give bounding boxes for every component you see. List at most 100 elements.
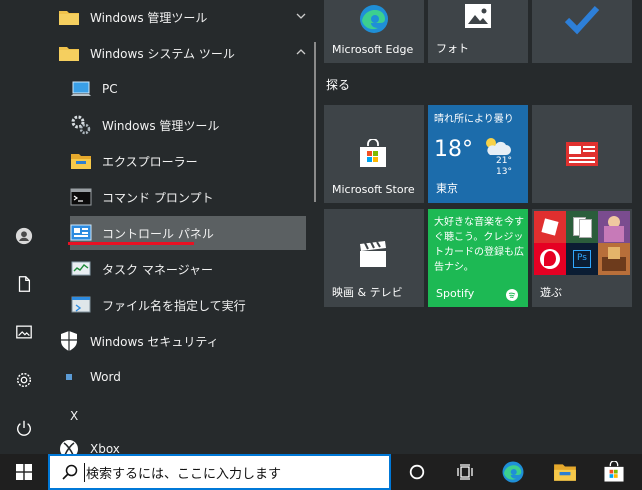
tile-label: Spotify bbox=[436, 287, 475, 300]
picture-icon bbox=[16, 325, 32, 339]
app-label: PC bbox=[102, 82, 118, 96]
app-file-explorer[interactable]: エクスプローラー bbox=[70, 144, 306, 178]
tile-label: 遊ぶ bbox=[540, 286, 562, 299]
account-button[interactable] bbox=[0, 214, 48, 258]
highlight-underline bbox=[68, 242, 194, 245]
app-word[interactable]: Word bbox=[58, 360, 314, 394]
tile-weather[interactable]: 晴れ所により曇り 18° 21° 13° 東京 bbox=[428, 105, 528, 203]
file-explorer-icon bbox=[70, 150, 92, 172]
document-icon bbox=[18, 276, 31, 292]
app-windows-admin-tools[interactable]: Windows 管理ツール bbox=[70, 108, 306, 142]
tile-label: Microsoft Edge bbox=[332, 43, 414, 56]
chevron-up-icon[interactable] bbox=[294, 45, 308, 59]
taskbar-search-box[interactable]: 検索するには、ここに入力します bbox=[48, 454, 391, 490]
tile-label: Microsoft Store bbox=[332, 183, 415, 196]
search-icon bbox=[62, 464, 78, 480]
app-run[interactable]: ファイル名を指定して実行 bbox=[70, 288, 306, 322]
taskbar-file-explorer[interactable] bbox=[541, 454, 589, 490]
tile-group-title: 探る bbox=[326, 78, 351, 92]
app-folder-windows-admin-tools[interactable]: Windows 管理ツール bbox=[58, 0, 314, 34]
weather-high: 21° bbox=[496, 156, 512, 166]
tile-movies-tv[interactable]: 映画 & テレビ bbox=[324, 209, 424, 307]
pictures-button[interactable] bbox=[0, 310, 48, 354]
spotify-logo-icon bbox=[506, 289, 518, 301]
weather-condition: 晴れ所により曇り bbox=[434, 114, 514, 125]
app-label: ファイル名を指定して実行 bbox=[102, 298, 246, 313]
tile-todo[interactable] bbox=[532, 0, 632, 63]
app-label: タスク マネージャー bbox=[102, 262, 213, 277]
checkmark-icon bbox=[564, 5, 600, 35]
tile-microsoft-store[interactable]: Microsoft Store bbox=[324, 105, 424, 203]
spotify-promo-text: 大好きな音楽を今すぐ聴こう。クレジットカードの登録も広告ナシ。 bbox=[434, 217, 524, 273]
gear-icon bbox=[16, 372, 32, 388]
power-button[interactable] bbox=[0, 406, 48, 450]
app-label: Windows 管理ツール bbox=[90, 10, 208, 25]
weather-low: 13° bbox=[496, 167, 512, 177]
control-panel-icon bbox=[70, 222, 92, 244]
app-label: Windows セキュリティ bbox=[90, 334, 219, 349]
clapperboard-icon bbox=[360, 241, 386, 267]
admin-tools-icon bbox=[70, 114, 92, 136]
app-label: コマンド プロンプト bbox=[102, 190, 214, 205]
task-view-icon bbox=[457, 464, 473, 480]
taskbar: 検索するには、ここに入力します bbox=[0, 454, 642, 490]
taskbar-microsoft-store[interactable] bbox=[590, 454, 638, 490]
user-icon bbox=[15, 227, 33, 245]
news-icon bbox=[566, 142, 598, 166]
app-label: コントロール パネル bbox=[102, 226, 214, 241]
windows-logo-icon bbox=[16, 464, 32, 480]
tile-microsoft-edge[interactable]: Microsoft Edge bbox=[324, 0, 424, 63]
app-label: Windows システム ツール bbox=[90, 46, 235, 61]
letter-header-x[interactable]: X bbox=[70, 409, 78, 423]
app-task-manager[interactable]: タスク マネージャー bbox=[70, 252, 306, 286]
app-windows-security[interactable]: Windows セキュリティ bbox=[58, 324, 314, 358]
settings-button[interactable] bbox=[0, 358, 48, 402]
tile-news[interactable] bbox=[532, 105, 632, 203]
run-icon bbox=[70, 294, 92, 316]
app-list-scrollbar[interactable] bbox=[314, 42, 316, 202]
store-icon bbox=[360, 139, 386, 167]
start-menu: Windows 管理ツール Windows システム ツール PC Window… bbox=[0, 0, 642, 458]
start-button[interactable] bbox=[0, 454, 48, 490]
photos-icon bbox=[465, 4, 491, 28]
taskbar-edge[interactable] bbox=[489, 454, 537, 490]
app-pc[interactable]: PC bbox=[70, 72, 306, 106]
solitaire-icon bbox=[566, 211, 598, 243]
weather-temperature: 18° bbox=[434, 137, 473, 162]
documents-button[interactable] bbox=[0, 262, 48, 306]
tile-spotify[interactable]: 大好きな音楽を今すぐ聴こう。クレジットカードの登録も広告ナシ。 Spotify bbox=[428, 209, 528, 307]
tile-photos[interactable]: フォト bbox=[428, 0, 528, 63]
cortana-button[interactable] bbox=[393, 454, 441, 490]
folder-icon bbox=[58, 42, 80, 64]
pinterest-icon bbox=[534, 243, 566, 275]
roblox-icon bbox=[534, 211, 566, 243]
shield-icon bbox=[58, 330, 80, 352]
folder-icon bbox=[58, 6, 80, 28]
command-prompt-icon bbox=[70, 186, 92, 208]
start-rail bbox=[0, 0, 48, 454]
game-thumbnail-icon bbox=[598, 243, 630, 275]
app-label: Word bbox=[90, 370, 121, 384]
cortana-icon bbox=[409, 464, 425, 480]
app-folder-windows-system-tools[interactable]: Windows システム ツール bbox=[58, 36, 314, 70]
tile-area: Microsoft Edge フォト 探る Microsoft Store 晴れ… bbox=[320, 0, 642, 454]
edge-icon bbox=[502, 461, 524, 483]
tile-label: 映画 & テレビ bbox=[332, 286, 403, 299]
app-command-prompt[interactable]: コマンド プロンプト bbox=[70, 180, 306, 214]
edge-icon bbox=[360, 5, 388, 33]
word-icon bbox=[58, 366, 80, 388]
power-icon bbox=[17, 420, 31, 436]
task-view-button[interactable] bbox=[441, 454, 489, 490]
app-list: Windows 管理ツール Windows システム ツール PC Window… bbox=[48, 0, 314, 458]
app-label: Windows 管理ツール bbox=[102, 118, 220, 133]
store-icon bbox=[604, 461, 624, 482]
tile-play[interactable]: Ps 遊ぶ bbox=[532, 209, 632, 307]
weather-location: 東京 bbox=[436, 182, 458, 195]
search-input[interactable]: 検索するには、ここに入力します bbox=[84, 462, 281, 482]
chevron-down-icon[interactable] bbox=[294, 9, 308, 23]
tile-label: フォト bbox=[436, 42, 469, 55]
photoshop-express-icon: Ps bbox=[566, 243, 598, 275]
partly-cloudy-icon bbox=[486, 138, 511, 155]
task-manager-icon bbox=[70, 258, 92, 280]
pc-icon bbox=[70, 78, 92, 100]
